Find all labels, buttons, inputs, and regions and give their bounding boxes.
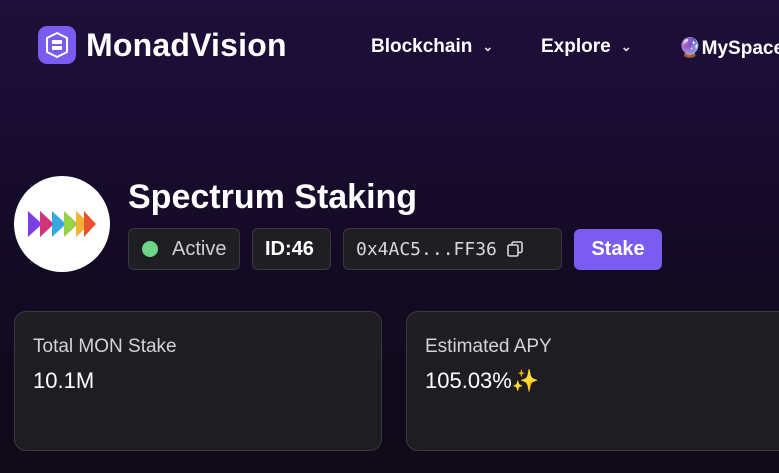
status-dot-icon: [142, 241, 158, 257]
status-text: Active: [172, 237, 227, 260]
stat-value: 105.03%✨: [425, 368, 540, 393]
spectrum-arrows-icon: [28, 211, 96, 237]
nav-myspace[interactable]: 🔮MySpace: [678, 36, 779, 60]
status-badge: Active: [128, 228, 240, 270]
nav-blockchain[interactable]: Blockchain ⌄: [371, 36, 493, 58]
nav-myspace-label: 🔮MySpace: [678, 38, 779, 59]
stat-value: 10.1M: [33, 368, 95, 393]
stat-label: Total MON Stake: [33, 336, 177, 357]
chevron-down-icon: ⌄: [620, 39, 632, 54]
chevron-down-icon: ⌄: [482, 39, 494, 54]
validator-address[interactable]: 0x4AC5...FF36: [343, 228, 562, 270]
nav-blockchain-label: Blockchain: [371, 36, 473, 57]
validator-id-value: 46: [291, 237, 314, 260]
validator-avatar: [14, 176, 110, 272]
validator-id-prefix: ID:: [265, 237, 292, 260]
stake-button[interactable]: Stake: [574, 229, 662, 270]
nav-explore[interactable]: Explore ⌄: [541, 36, 632, 58]
stat-card-total-stake: Total MON Stake 10.1M: [14, 311, 382, 451]
brand-name[interactable]: MonadVision: [86, 27, 287, 64]
address-text: 0x4AC5...FF36: [356, 238, 497, 260]
copy-icon[interactable]: [507, 241, 523, 257]
nav-explore-label: Explore: [541, 36, 611, 57]
stat-label: Estimated APY: [425, 336, 552, 357]
monadvision-logo-icon[interactable]: [38, 26, 76, 64]
validator-name: Spectrum Staking: [128, 178, 418, 216]
stat-card-apy: Estimated APY 105.03%✨: [406, 311, 779, 451]
validator-id-badge: ID: 46: [252, 228, 331, 270]
